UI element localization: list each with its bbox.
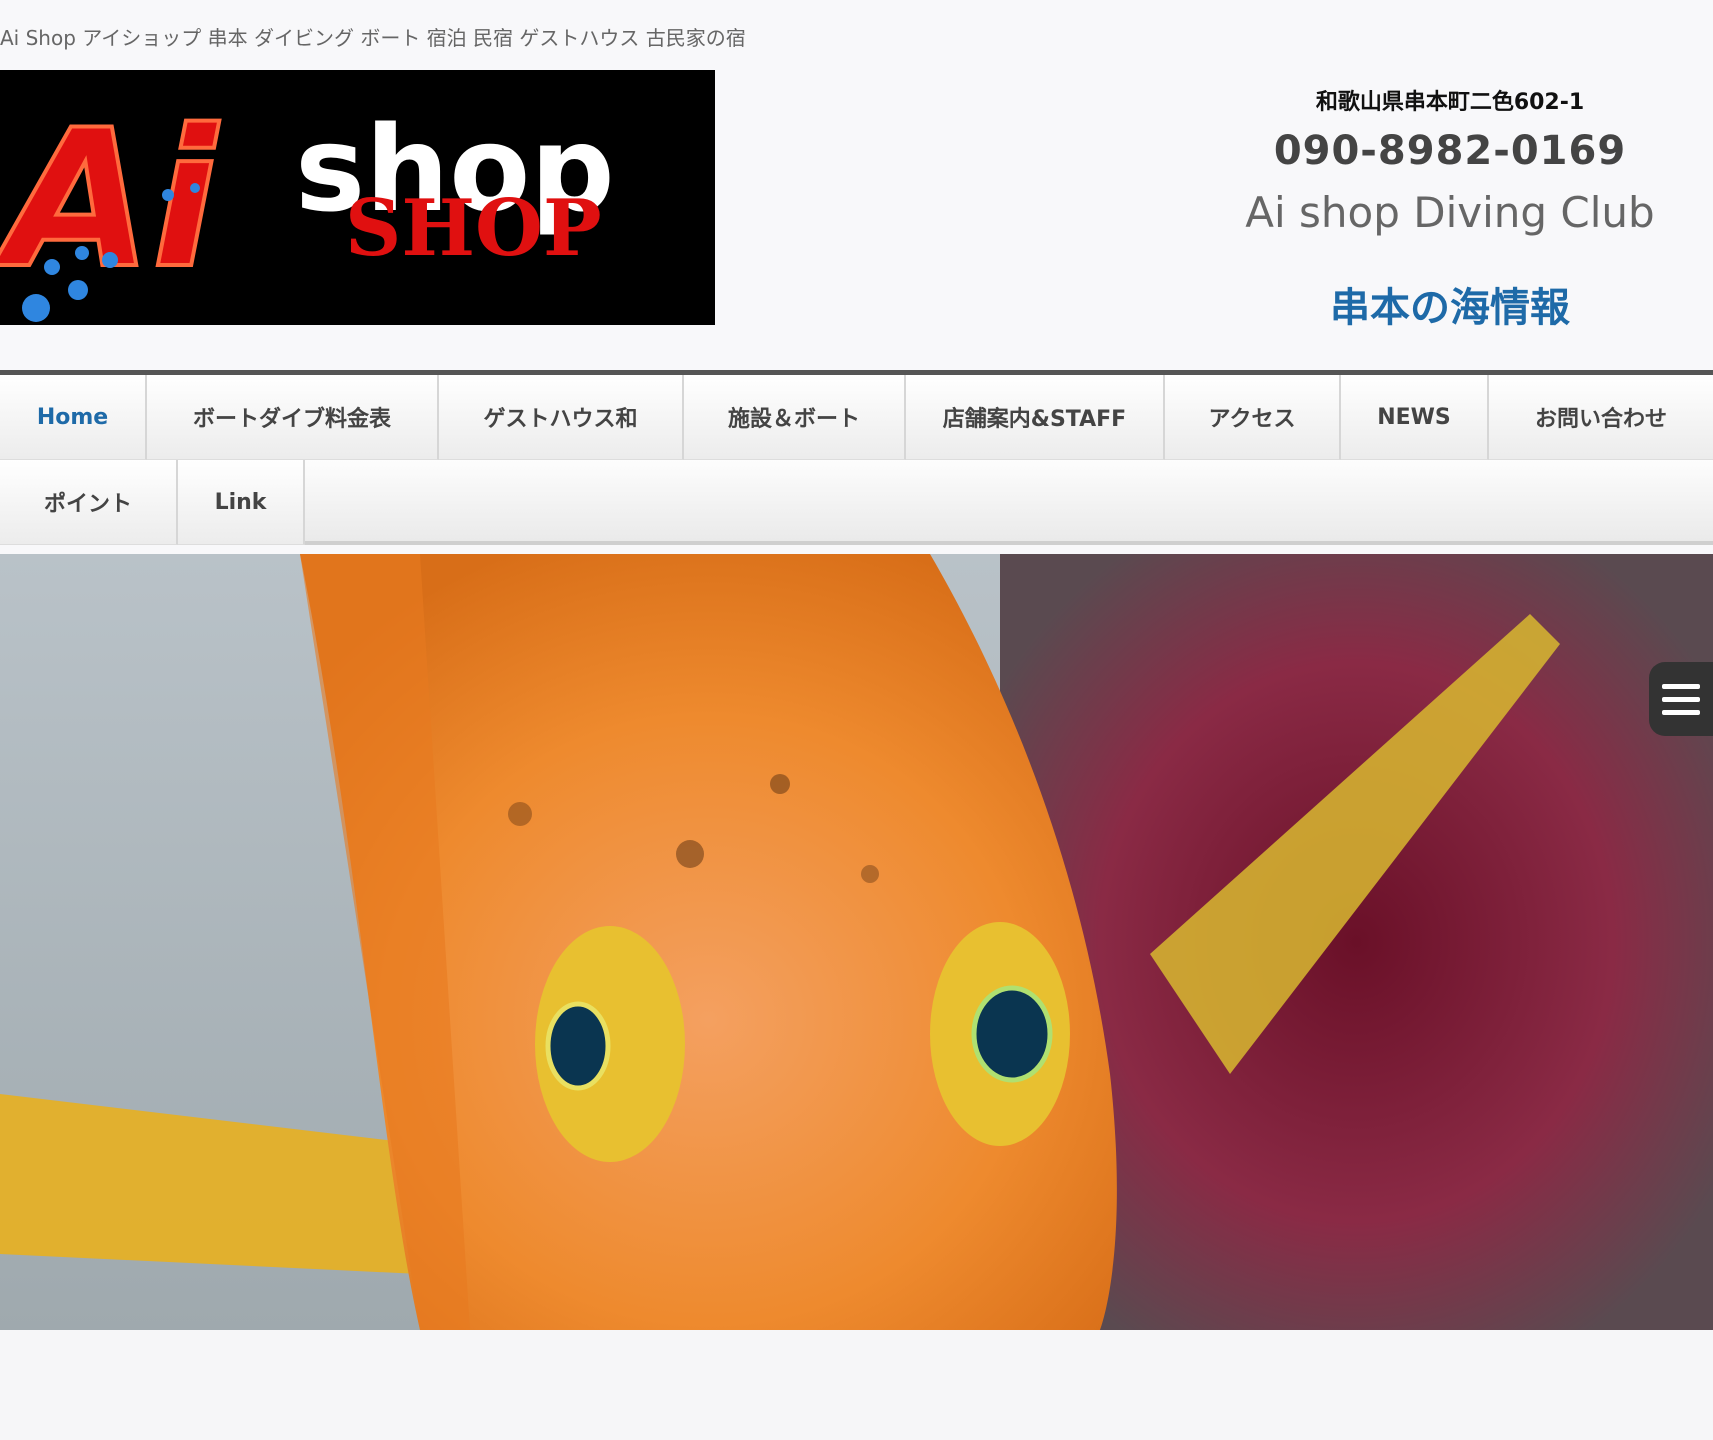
sea-info-link[interactable]: 串本の海情報: [1330, 275, 1570, 333]
nav-item-contact[interactable]: お問い合わせ: [1489, 375, 1713, 460]
hero-fish-photo: [0, 554, 1713, 1330]
logo-ai-text: Ai: [0, 89, 220, 310]
page-bottom-area: [0, 1330, 1713, 1440]
nav-item-news[interactable]: NEWS: [1341, 375, 1489, 460]
logo-shop-sub-text: SHOP: [345, 183, 602, 274]
nav-row-1: Home ボートダイブ料金表 ゲストハウス和 施設＆ボート 店舗案内&STAFF…: [0, 375, 1713, 460]
site-logo[interactable]: Ai shop SHOP: [0, 70, 715, 325]
nav-item-link[interactable]: Link: [178, 460, 305, 545]
phone-number[interactable]: 090-8982-0169: [1170, 128, 1713, 174]
nav-item-shop-staff[interactable]: 店舗案内&STAFF: [906, 375, 1165, 460]
nav-item-home[interactable]: Home: [0, 375, 147, 460]
nav-item-guesthouse[interactable]: ゲストハウス和: [439, 375, 684, 460]
club-name: Ai shop Diving Club: [1245, 188, 1655, 237]
hero-image: [0, 554, 1713, 1330]
hamburger-menu-icon[interactable]: [1649, 662, 1713, 736]
nav-item-access[interactable]: アクセス: [1165, 375, 1341, 460]
logo-graphic: Ai shop SHOP: [0, 70, 715, 325]
address-text: 和歌山県串本町二色602-1: [1315, 90, 1585, 115]
site-tagline: Ai Shop アイショップ 串本 ダイビング ボート 宿泊 民宿 ゲストハウス…: [0, 26, 746, 50]
main-navigation: Home ボートダイブ料金表 ゲストハウス和 施設＆ボート 店舗案内&STAFF…: [0, 370, 1713, 545]
nav-item-points[interactable]: ポイント: [0, 460, 178, 545]
nav-row-2: ポイント Link: [0, 460, 1713, 545]
contact-block: 和歌山県串本町二色602-1 090-8982-0169 Ai shop Div…: [1170, 84, 1713, 333]
nav-item-facilities-boat[interactable]: 施設＆ボート: [684, 375, 906, 460]
nav-item-boat-dive-prices[interactable]: ボートダイブ料金表: [147, 375, 439, 460]
